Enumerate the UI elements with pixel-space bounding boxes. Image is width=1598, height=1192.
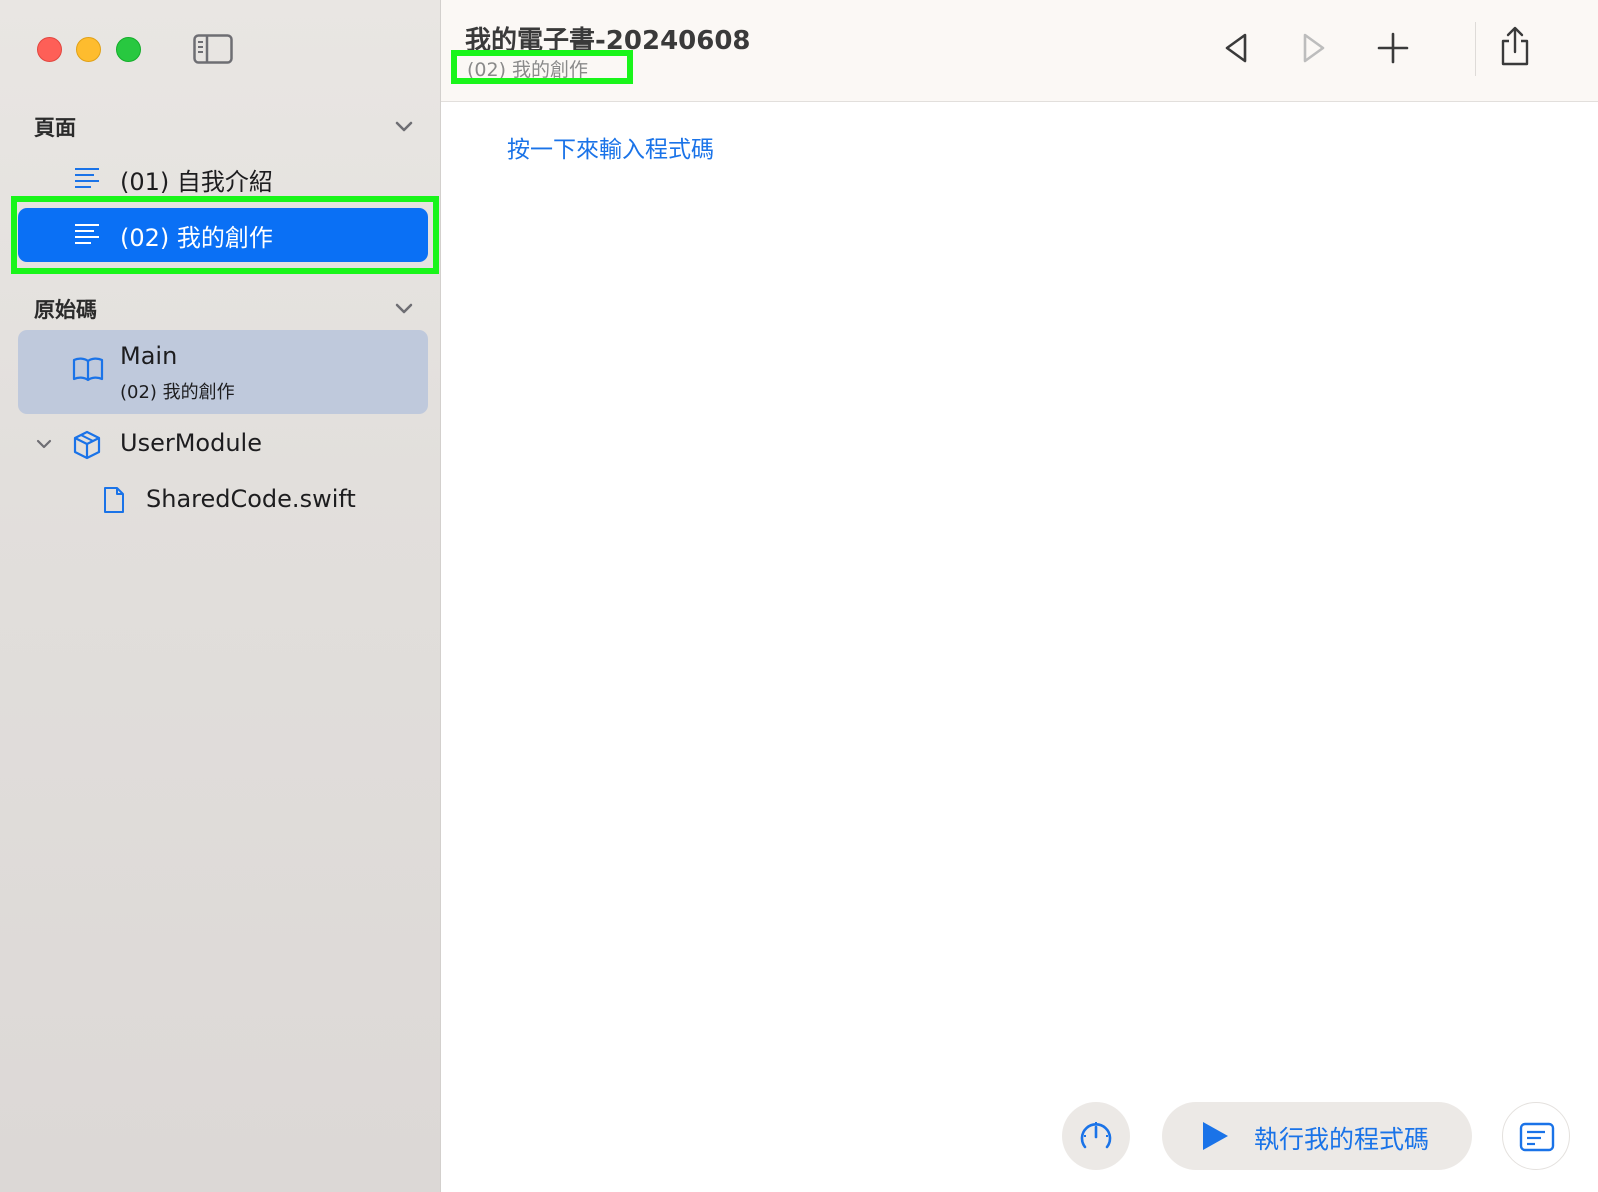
- share-icon[interactable]: [1497, 26, 1533, 68]
- book-icon: [72, 357, 104, 382]
- sidebar-item-page-02[interactable]: (02) 我的創作: [18, 208, 428, 262]
- chevron-down-icon[interactable]: [36, 438, 52, 450]
- module-label: UserModule: [120, 429, 262, 457]
- sidebar-item-usermodule[interactable]: UserModule: [0, 424, 441, 464]
- plus-icon[interactable]: [1375, 30, 1411, 66]
- pages-section-header: 頁面: [34, 116, 76, 140]
- text-lines-icon: [75, 224, 99, 244]
- minimize-window-button[interactable]: [76, 37, 101, 62]
- sidebar: 頁面 (01) 自我介紹 (02) 我的創作 原始碼 Main (02) 我的創…: [0, 0, 441, 1192]
- sidebar-item-sharedcode[interactable]: SharedCode.swift: [0, 480, 441, 520]
- sidebar-toggle-icon[interactable]: [193, 34, 233, 64]
- file-label: SharedCode.swift: [146, 485, 356, 513]
- triangle-left-icon[interactable]: [1219, 30, 1255, 66]
- sidebar-item-label: (02) 我的創作: [120, 223, 273, 252]
- text-lines-icon: [75, 168, 99, 188]
- close-window-button[interactable]: [37, 37, 62, 62]
- toolbar: 我的電子書-20240608 (02) 我的創作: [441, 0, 1598, 102]
- source-section-header: 原始碼: [34, 298, 97, 322]
- app-window: 頁面 (01) 自我介紹 (02) 我的創作 原始碼 Main (02) 我的創…: [0, 0, 1598, 1192]
- sidebar-item-label: (01) 自我介紹: [120, 167, 273, 196]
- chevron-down-icon[interactable]: [394, 302, 414, 316]
- play-icon: [1203, 1122, 1228, 1150]
- main-title: Main: [120, 342, 178, 370]
- run-code-button[interactable]: 執行我的程式碼: [1162, 1102, 1472, 1170]
- main-subtitle: (02) 我的創作: [120, 382, 235, 403]
- cube-icon: [73, 430, 101, 460]
- sidebar-item-main[interactable]: Main (02) 我的創作: [18, 330, 428, 414]
- chevron-down-icon[interactable]: [394, 120, 414, 134]
- toolbar-divider: [1475, 22, 1476, 76]
- document-subtitle: (02) 我的創作: [467, 59, 589, 81]
- enter-code-placeholder[interactable]: 按一下來輸入程式碼: [507, 130, 714, 164]
- document-title: 我的電子書-20240608: [465, 26, 751, 56]
- console-button[interactable]: [1502, 1102, 1570, 1170]
- code-editor[interactable]: 按一下來輸入程式碼: [441, 102, 1598, 1192]
- speed-button[interactable]: [1062, 1102, 1130, 1170]
- triangle-right-icon[interactable]: [1295, 30, 1331, 66]
- document-icon: [104, 487, 124, 513]
- maximize-window-button[interactable]: [116, 37, 141, 62]
- run-code-label: 執行我的程式碼: [1254, 1125, 1430, 1154]
- speedometer-icon: [1080, 1122, 1112, 1149]
- sidebar-item-page-01[interactable]: (01) 自我介紹: [18, 152, 428, 206]
- console-icon: [1519, 1122, 1555, 1152]
